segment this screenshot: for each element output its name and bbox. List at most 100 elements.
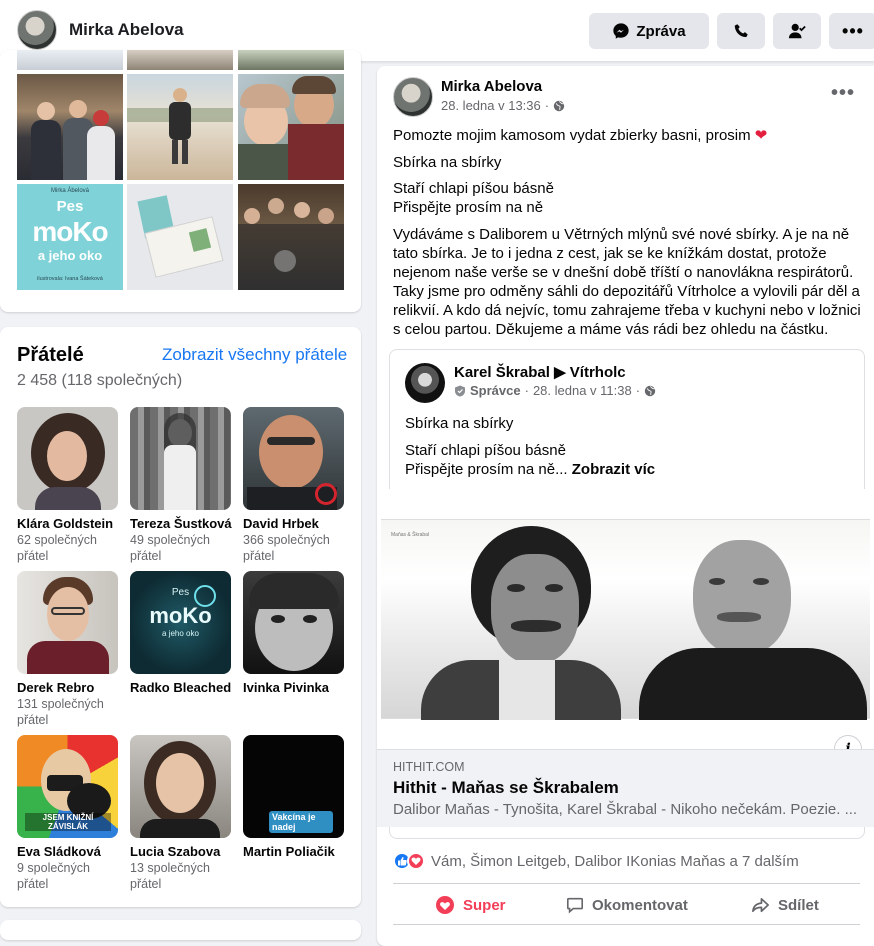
friends-status-button[interactable] — [773, 13, 821, 49]
friend-card[interactable]: Pes moKo a jeho oko Radko Bleached — [130, 571, 232, 696]
person-check-icon — [788, 23, 806, 39]
shared-meta: Správce · 28. ledna v 11:38 · — [454, 383, 656, 398]
photo-thumbnail[interactable] — [238, 74, 344, 180]
post-author-name[interactable]: Mirka Abelova — [441, 78, 542, 95]
friend-photo[interactable] — [130, 735, 231, 838]
shared-line1: Sbírka na sbírky — [405, 415, 514, 432]
photo-thumbnail[interactable] — [238, 50, 344, 70]
more-dots-icon: ••• — [842, 20, 864, 41]
photo-thumbnail[interactable] — [127, 184, 233, 290]
heart-emoji-icon: ❤ — [754, 127, 768, 144]
shared-author-avatar[interactable] — [405, 363, 445, 403]
reactions-text[interactable]: Vám, Šimon Leitgeb, Dalibor IKonias Maňa… — [431, 853, 799, 870]
shared-role: Správce — [470, 383, 521, 398]
friend-card[interactable]: Ivinka Pivinka — [243, 571, 345, 696]
share-icon — [752, 897, 769, 912]
shared-group-name[interactable]: Vítrholc — [570, 364, 626, 381]
see-all-friends-link[interactable]: Zobrazit všechny přátele — [162, 345, 347, 365]
friend-name[interactable]: Martin Poliačik — [243, 844, 345, 860]
photo-thumbnail[interactable] — [238, 184, 344, 290]
shared-line2a: Staří chlapi píšou básně — [405, 442, 566, 459]
shared-timestamp[interactable]: 28. ledna v 11:38 — [533, 383, 632, 398]
photo-thumbnail[interactable] — [17, 50, 123, 70]
friend-photo[interactable] — [243, 571, 344, 674]
photo-book-cover[interactable]: Mirka Ábelová Pes moKo a jeho oko ilustr… — [17, 184, 123, 290]
post-line2: Sbírka na sbírky — [393, 154, 502, 171]
friend-name[interactable]: Derek Rebro — [17, 680, 119, 696]
comment-icon — [566, 897, 584, 914]
friend-card[interactable]: Tereza Šustková 49 společných přátel — [130, 407, 232, 564]
friend-card[interactable]: Vakcína je nadej Martin Poliačik — [243, 735, 345, 860]
post-line3b: Přispějte prosím na ně — [393, 199, 544, 216]
friend-card[interactable]: Klára Goldstein 62 společných přátel — [17, 407, 119, 564]
divider — [393, 924, 860, 925]
friend-photo[interactable] — [17, 571, 118, 674]
post-author-avatar[interactable] — [393, 77, 433, 117]
profile-avatar[interactable] — [17, 10, 57, 50]
love-reaction-icon — [407, 852, 425, 870]
friend-name[interactable]: David Hrbek — [243, 516, 345, 532]
book-cover-title1: Pes — [56, 198, 84, 215]
shared-author-name[interactable]: Karel Škrabal — [454, 364, 550, 381]
call-button[interactable] — [717, 13, 765, 49]
friend-card[interactable]: Lucia Szabova 13 společných přátel — [130, 735, 232, 892]
friend-mutual: 9 společných přátel — [17, 861, 90, 891]
message-button[interactable]: Zpráva — [589, 13, 709, 49]
super-reaction-button[interactable]: Super — [435, 893, 506, 917]
friend-photo[interactable]: Pes moKo a jeho oko — [130, 571, 231, 674]
share-button[interactable]: Sdílet — [751, 893, 819, 917]
friend-mutual: 62 společných přátel — [17, 533, 97, 563]
more-options-button[interactable]: ••• — [829, 13, 874, 49]
post-options-icon[interactable]: ••• — [831, 82, 855, 105]
photo-thumbnail[interactable] — [127, 74, 233, 180]
martin-sign-text: Vakcína je nadej — [269, 811, 333, 833]
link-title[interactable]: Hithit - Maňas se Škrabalem — [393, 778, 619, 798]
radko-cover-title: moKo — [149, 603, 212, 628]
reaction-icons — [393, 852, 425, 870]
friend-name[interactable]: Tereza Šustková — [130, 516, 232, 532]
friend-photo[interactable] — [243, 407, 344, 510]
post-timestamp[interactable]: 28. ledna v 13:36 — [441, 98, 541, 113]
next-card — [0, 920, 361, 940]
post-meta: 28. ledna v 13:36 · — [441, 98, 565, 113]
friends-count: 2 458 (118 společných) — [17, 372, 183, 389]
friend-name[interactable]: Klára Goldstein — [17, 516, 119, 532]
post-text-line1: Pomozte mojim kamosom vydat zbierky basn… — [393, 126, 863, 145]
friend-photo[interactable]: JSEM KNIŽNÍ ZÁVISLÁK — [17, 735, 118, 838]
friend-mutual: 13 společných přátel — [130, 861, 210, 891]
friend-name[interactable]: Eva Sládková — [17, 844, 119, 860]
book-cover-title3: a jeho oko — [37, 248, 103, 263]
reactions-summary[interactable]: Vám, Šimon Leitgeb, Dalibor IKonias Maňa… — [393, 852, 799, 870]
shared-author-line: Karel Škrabal ▶ Vítrholc — [454, 363, 626, 381]
super-label: Super — [463, 896, 506, 914]
arrow-right-icon: ▶ — [554, 364, 566, 381]
photo-thumbnail[interactable] — [17, 74, 123, 180]
friend-name[interactable]: Lucia Szabova — [130, 844, 232, 860]
admin-shield-icon — [455, 385, 465, 396]
friend-card[interactable]: JSEM KNIŽNÍ ZÁVISLÁK Eva Sládková 9 spol… — [17, 735, 119, 892]
friend-card[interactable]: David Hrbek 366 společných přátel — [243, 407, 345, 564]
comment-button[interactable]: Okomentovat — [566, 893, 688, 917]
post-paragraph: Vydáváme s Daliborem u Větrných mlýnů sv… — [393, 226, 861, 338]
see-more-link[interactable]: Zobrazit víc — [572, 461, 655, 478]
post-line1-text: Pomozte mojim kamosom vydat zbierky basn… — [393, 127, 751, 144]
photo-thumbnail[interactable] — [127, 50, 233, 70]
separator: · — [544, 98, 550, 113]
friend-photo[interactable]: Vakcína je nadej — [243, 735, 344, 838]
comment-label: Okomentovat — [592, 896, 688, 914]
globe-icon — [553, 100, 565, 111]
profile-name[interactable]: Mirka Abelova — [69, 20, 184, 40]
friend-name[interactable]: Radko Bleached — [130, 680, 232, 696]
post-line3a: Staří chlapi píšou básně — [393, 180, 554, 197]
friend-mutual: 49 společných přátel — [130, 533, 210, 563]
book-cover-author: Mirka Ábelová — [50, 188, 89, 194]
shared-line2b: Přispějte prosím na ně... — [405, 461, 568, 478]
friend-photo[interactable] — [17, 407, 118, 510]
separator: · — [635, 383, 641, 398]
friend-name[interactable]: Ivinka Pivinka — [243, 680, 345, 696]
friend-card[interactable]: Derek Rebro 131 společných přátel — [17, 571, 119, 728]
link-image-caption: Maňas & Škrabal — [391, 532, 430, 538]
divider — [393, 883, 860, 884]
link-preview-image[interactable]: Maňas & Škrabal — [377, 489, 874, 749]
friend-photo[interactable] — [130, 407, 231, 510]
